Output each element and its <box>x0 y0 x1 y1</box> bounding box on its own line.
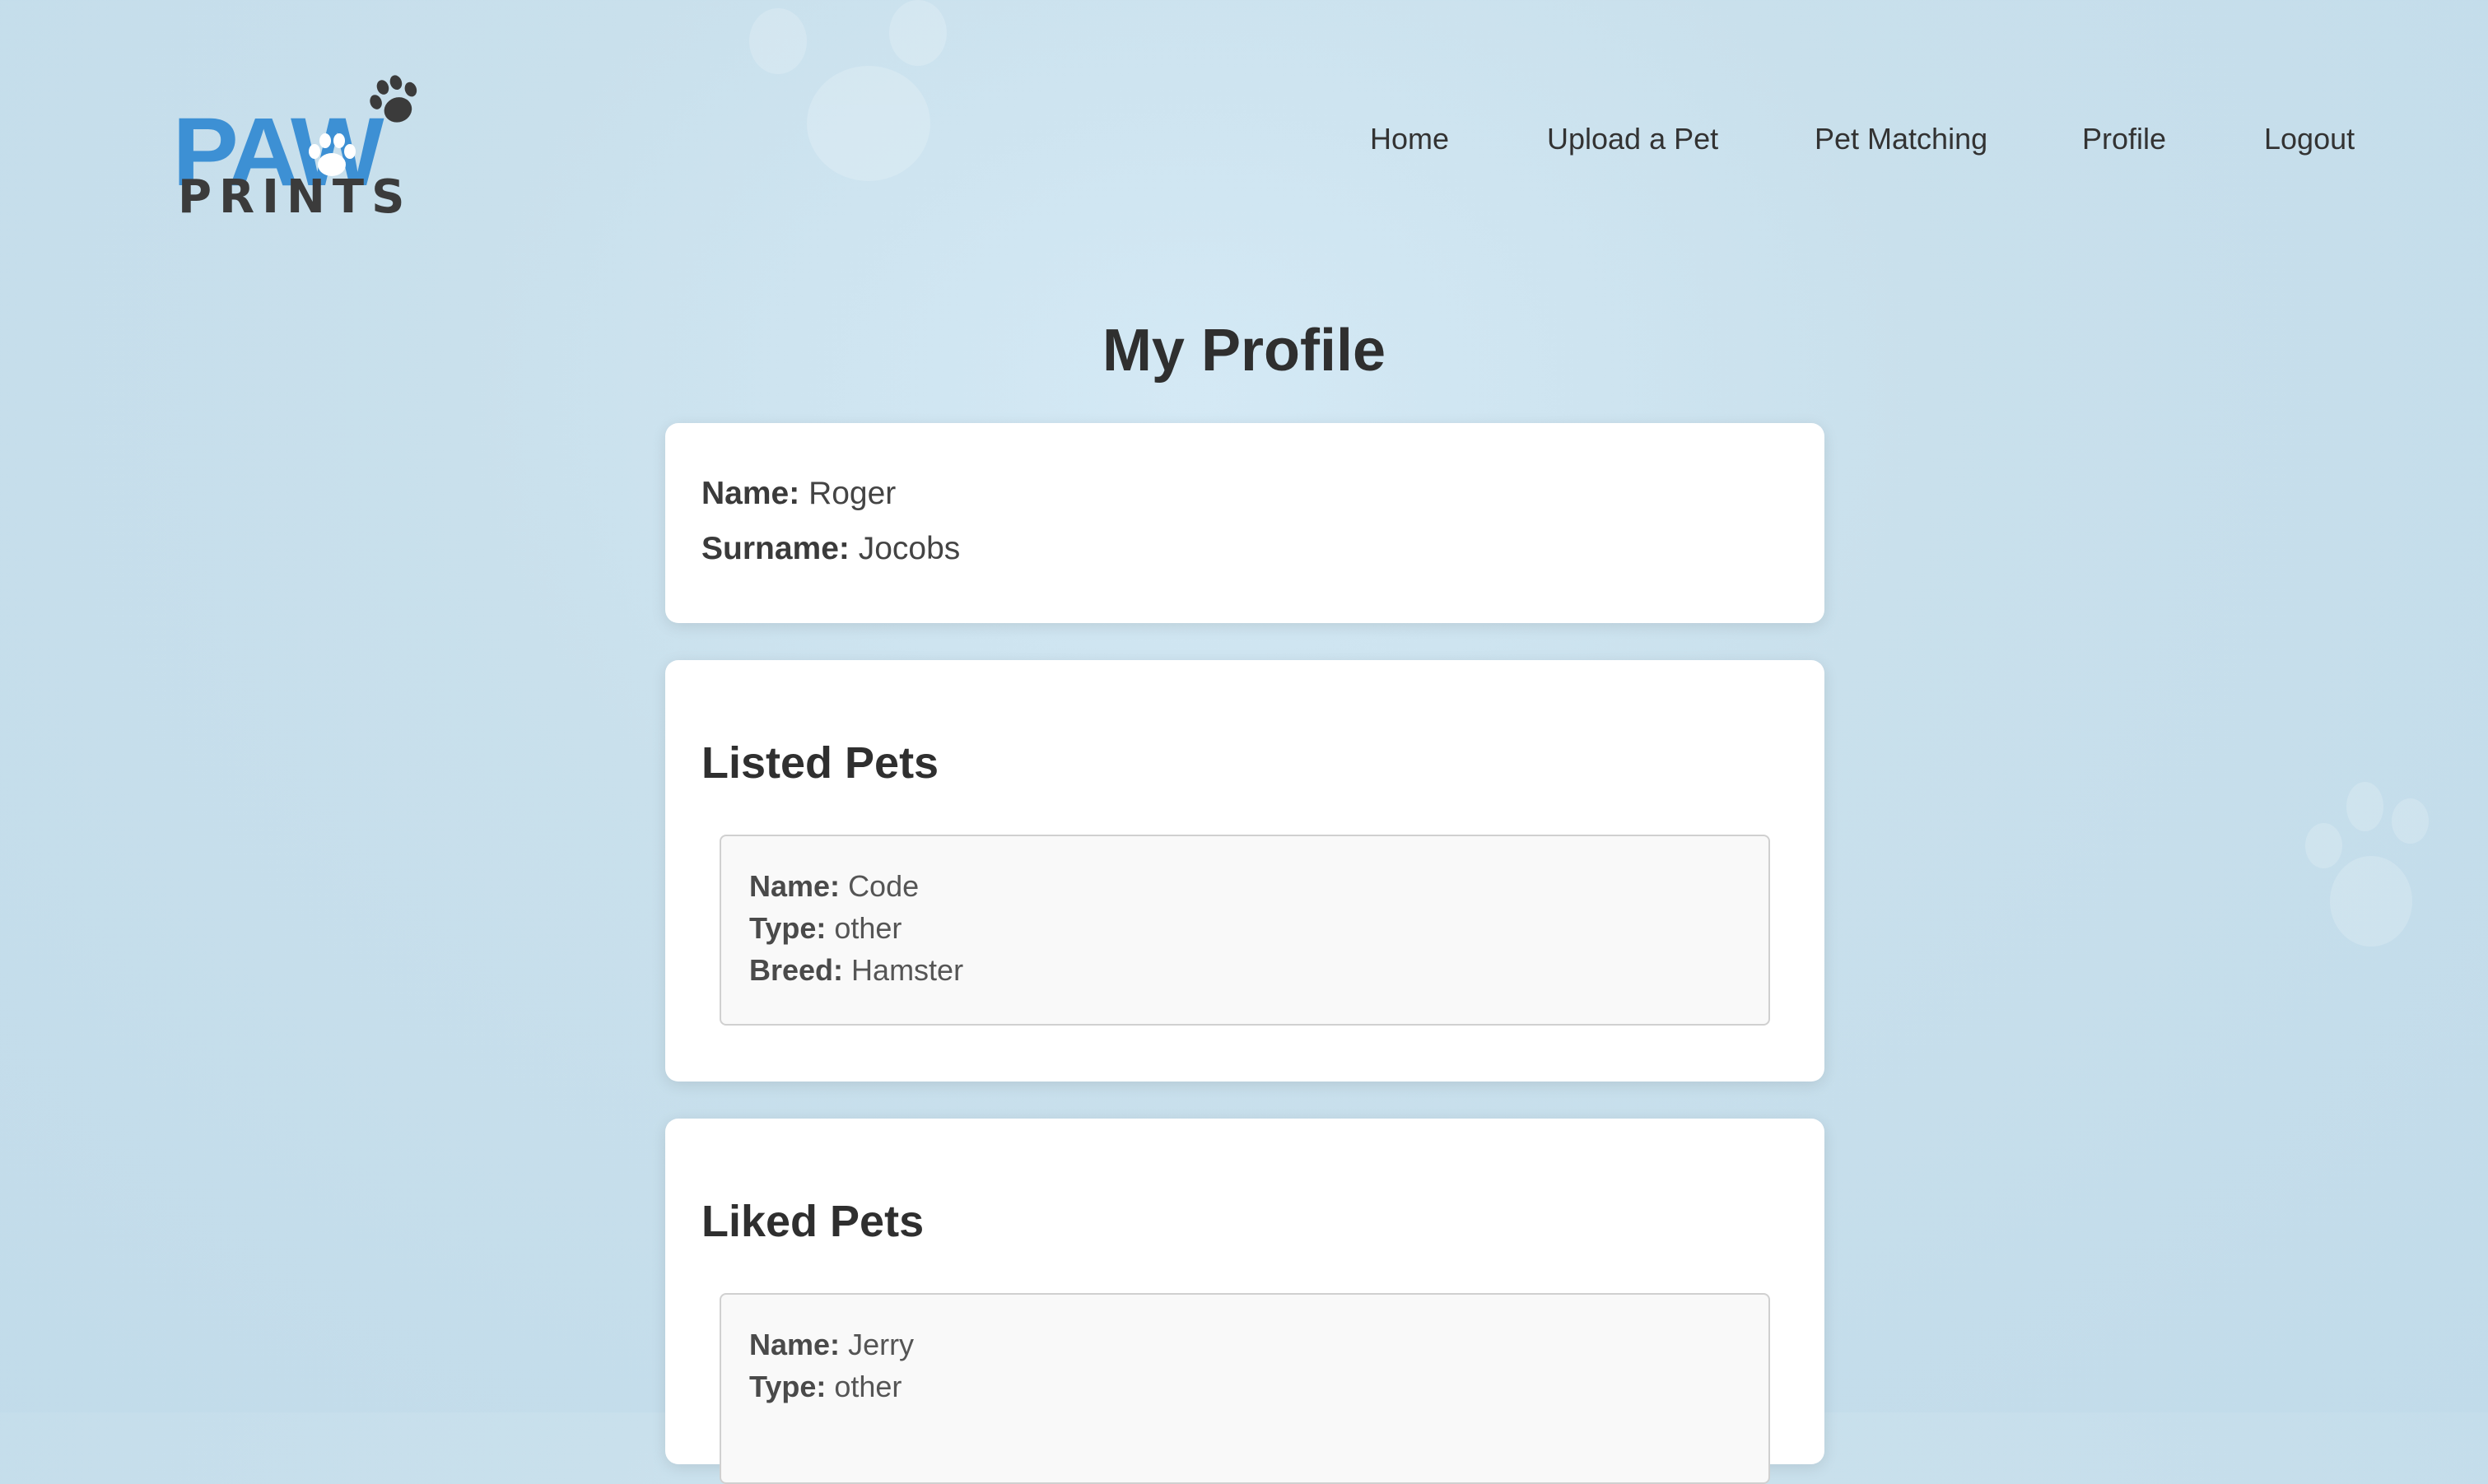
pet-type-label: Type: <box>749 1370 827 1403</box>
profile-surname-row: Surname: Jocobs <box>701 531 960 567</box>
main-navigation: Home Upload a Pet Pet Matching Profile L… <box>0 122 2488 163</box>
liked-pets-card: Liked Pets Name: Jerry Type: other <box>665 1119 1824 1484</box>
pet-type-value: other <box>834 1370 902 1403</box>
profile-name-row: Name: Roger <box>701 476 896 512</box>
pet-name-label: Name: <box>749 1328 841 1361</box>
background-paw-decoration <box>2305 782 2437 955</box>
logo-word-prints: PRINTS <box>178 170 412 224</box>
nav-pet-matching-link[interactable]: Pet Matching <box>1815 122 1987 156</box>
nav-upload-pet-link[interactable]: Upload a Pet <box>1547 122 1718 156</box>
pet-name-value: Jerry <box>848 1328 915 1361</box>
pet-breed-row: Breed: Hamster <box>749 953 963 988</box>
pet-breed-value: Hamster <box>851 953 964 987</box>
pet-name-label: Name: <box>749 869 841 903</box>
profile-surname-value: Jocobs <box>858 531 961 566</box>
listed-pets-heading: Listed Pets <box>701 738 939 788</box>
background-paw-decoration <box>733 0 980 198</box>
pet-name-row: Name: Code <box>749 869 919 904</box>
nav-home-link[interactable]: Home <box>1370 122 1449 156</box>
pet-name-row: Name: Jerry <box>749 1328 914 1362</box>
liked-pets-heading: Liked Pets <box>701 1197 925 1246</box>
pet-type-row: Type: other <box>749 1370 902 1404</box>
pet-type-label: Type: <box>749 911 827 945</box>
pet-breed-label: Breed: <box>749 953 844 987</box>
liked-pet-item[interactable]: Name: Jerry Type: other <box>720 1293 1770 1484</box>
nav-profile-link[interactable]: Profile <box>2082 122 2166 156</box>
pet-name-value: Code <box>848 869 920 903</box>
listed-pet-item[interactable]: Name: Code Type: other Breed: Hamster <box>720 835 1770 1026</box>
pet-type-row: Type: other <box>749 911 902 946</box>
listed-pets-card: Listed Pets Name: Code Type: other Breed… <box>665 660 1824 1082</box>
nav-logout-link[interactable]: Logout <box>2264 122 2355 156</box>
profile-info-card: Name: Roger Surname: Jocobs <box>665 423 1824 623</box>
pet-type-value: other <box>834 911 902 945</box>
profile-surname-label: Surname: <box>701 531 850 566</box>
page-title: My Profile <box>1102 318 1386 384</box>
profile-name-label: Name: <box>701 476 800 511</box>
profile-name-value: Roger <box>808 476 897 511</box>
